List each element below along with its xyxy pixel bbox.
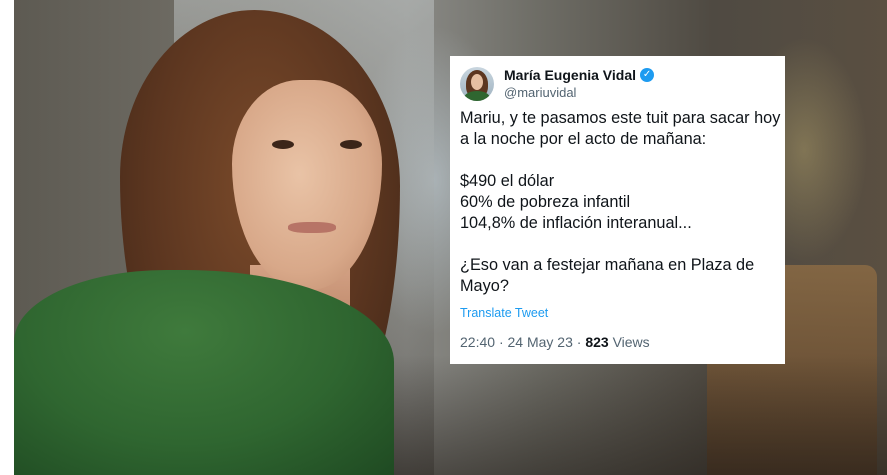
translate-tweet-link[interactable]: Translate Tweet <box>460 306 548 320</box>
tweet-paragraph-gap <box>460 150 785 171</box>
tweet-line: ¿Eso van a festejar mañana en Plaza de <box>460 256 755 274</box>
author-name[interactable]: María Eugenia Vidal <box>504 66 636 84</box>
author-names: María Eugenia Vidal ✓ @mariuvidal <box>504 66 655 101</box>
views-count[interactable]: 823 <box>585 334 608 350</box>
author-avatar[interactable] <box>460 66 494 101</box>
tweet-line: a la noche por el acto de mañana: <box>460 130 707 148</box>
avatar-body <box>464 90 490 101</box>
author-handle[interactable]: @mariuvidal <box>504 84 654 101</box>
tweet-text: Mariu, y te pasamos este tuit para sacar… <box>460 108 785 297</box>
views-label: Views <box>612 334 650 350</box>
tweet-card: María Eugenia Vidal ✓ @mariuvidal Mariu,… <box>450 56 785 364</box>
tweet-header: María Eugenia Vidal ✓ @mariuvidal <box>460 66 655 101</box>
tweet-paragraph-gap <box>460 234 785 255</box>
author-name-row: María Eugenia Vidal ✓ <box>504 66 655 84</box>
verified-badge-icon: ✓ <box>640 68 655 82</box>
woman-right-eye <box>340 140 362 149</box>
avatar-face <box>471 73 483 90</box>
tweet-date[interactable]: 24 May 23 <box>508 334 573 350</box>
woman-left-eye <box>272 140 294 149</box>
tweet-line: 104,8% de inflación interanual... <box>460 214 692 232</box>
tweet-time[interactable]: 22:40 <box>460 334 495 350</box>
tweet-line: 60% de pobreza infantil <box>460 193 631 211</box>
tweet-line: $490 el dólar <box>460 172 555 190</box>
tweet-meta: 22:40 · 24 May 23 · 823 Views <box>460 334 650 350</box>
tweet-line: Mariu, y te pasamos este tuit para sacar… <box>460 109 781 127</box>
woman-green-shirt <box>14 270 394 475</box>
meta-separator: · <box>498 334 504 350</box>
tweet-line: Mayo? <box>460 277 509 295</box>
meta-separator: · <box>576 334 582 350</box>
woman-lips <box>288 222 336 233</box>
